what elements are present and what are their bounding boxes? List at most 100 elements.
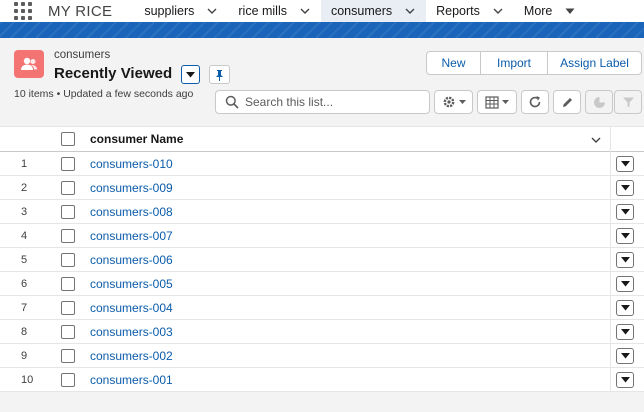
global-nav: MY RICE suppliers rice mills consumers R… — [0, 0, 644, 22]
row-number: 6 — [21, 277, 28, 290]
nav-item-reports[interactable]: Reports — [426, 0, 514, 22]
nav-item-more[interactable]: More — [514, 0, 586, 22]
row-checkbox[interactable] — [61, 372, 75, 387]
chevron-down-icon[interactable] — [206, 5, 218, 17]
display-as-button[interactable] — [477, 90, 517, 114]
list-view-title[interactable]: Recently Viewed — [54, 65, 172, 82]
row-action-button[interactable] — [616, 348, 634, 364]
consumer-name-link[interactable]: consumers-006 — [90, 253, 173, 267]
row-action-button[interactable] — [616, 252, 634, 268]
list-meta: 10 items • Updated a few seconds ago — [14, 88, 194, 100]
table-row: 7 consumers-004 — [0, 296, 644, 320]
assign-label-button[interactable]: Assign Label — [548, 52, 641, 74]
row-number: 3 — [21, 205, 28, 218]
consumer-name-link[interactable]: consumers-001 — [90, 373, 173, 387]
row-action-button[interactable] — [616, 180, 634, 196]
select-all-checkbox[interactable] — [61, 132, 75, 146]
consumer-name-link[interactable]: consumers-009 — [90, 181, 173, 195]
pin-icon — [214, 69, 225, 81]
edit-list-button[interactable] — [553, 90, 581, 114]
table-row: 2 consumers-009 — [0, 176, 644, 200]
app-banner — [0, 22, 644, 38]
search-icon — [225, 95, 239, 109]
row-checkbox[interactable] — [61, 324, 75, 339]
table-row: 9 consumers-002 — [0, 344, 644, 368]
consumer-name-link[interactable]: consumers-003 — [90, 325, 173, 339]
row-action-button[interactable] — [616, 156, 634, 172]
nav-item-suppliers[interactable]: suppliers — [134, 0, 228, 22]
pencil-icon — [561, 96, 574, 109]
column-divider — [610, 152, 611, 176]
row-checkbox[interactable] — [61, 300, 75, 315]
list-view-controls-button[interactable] — [434, 90, 473, 114]
consumer-name-link[interactable]: consumers-005 — [90, 277, 173, 291]
row-checkbox[interactable] — [61, 156, 75, 171]
row-checkbox[interactable] — [61, 204, 75, 219]
consumer-name-link[interactable]: consumers-007 — [90, 229, 173, 243]
row-action-button[interactable] — [616, 300, 634, 316]
chevron-down-icon — [620, 233, 630, 239]
row-number: 2 — [21, 181, 28, 194]
chevron-down-icon[interactable] — [299, 5, 311, 17]
consumer-name-link[interactable]: consumers-010 — [90, 157, 173, 171]
row-action-button[interactable] — [616, 228, 634, 244]
list-table: consumer Name 1 consumers-010 2 consumers-0… — [0, 126, 644, 392]
nav-item-label: suppliers — [144, 4, 195, 18]
refresh-icon — [528, 95, 542, 109]
import-button[interactable]: Import — [481, 52, 548, 74]
chevron-down-icon[interactable] — [404, 5, 416, 17]
nav-item-label: rice mills — [238, 4, 287, 18]
column-divider — [610, 127, 611, 153]
consumer-name-link[interactable]: consumers-008 — [90, 205, 173, 219]
table-row: 3 consumers-008 — [0, 200, 644, 224]
search-box — [215, 90, 430, 114]
nav-item-label: Reports — [436, 4, 480, 18]
row-checkbox[interactable] — [61, 276, 75, 291]
consumer-name-link[interactable]: consumers-004 — [90, 301, 173, 315]
row-action-button[interactable] — [616, 372, 634, 388]
nav-item-consumers[interactable]: consumers — [320, 0, 427, 22]
object-label: consumers — [54, 49, 111, 61]
row-checkbox[interactable] — [61, 252, 75, 267]
row-action-button[interactable] — [616, 276, 634, 292]
consumer-name-link[interactable]: consumers-002 — [90, 349, 173, 363]
nav-item-label: More — [523, 4, 553, 18]
app-launcher-icon[interactable] — [12, 0, 34, 22]
chevron-down-icon — [620, 377, 630, 383]
chevron-down-icon[interactable] — [492, 5, 504, 17]
filter-button[interactable] — [614, 90, 642, 114]
chevron-down-icon — [620, 209, 630, 215]
row-number: 8 — [21, 325, 28, 338]
table-row: 6 consumers-005 — [0, 272, 644, 296]
row-checkbox[interactable] — [61, 228, 75, 243]
chevron-down-icon — [620, 329, 630, 335]
pin-list-button[interactable] — [209, 65, 230, 84]
row-number: 4 — [21, 229, 28, 242]
row-number: 7 — [21, 301, 28, 314]
row-action-button[interactable] — [616, 204, 634, 220]
row-checkbox[interactable] — [61, 348, 75, 363]
column-header-consumer-name[interactable]: consumer Name — [90, 132, 183, 146]
list-view-switcher[interactable] — [181, 65, 200, 84]
table-row: 8 consumers-003 — [0, 320, 644, 344]
table-row: 1 consumers-010 — [0, 152, 644, 176]
row-checkbox[interactable] — [61, 180, 75, 195]
caret-down-icon[interactable] — [564, 5, 576, 17]
charts-button[interactable] — [585, 90, 613, 114]
chevron-down-icon[interactable] — [590, 134, 602, 146]
row-number: 1 — [21, 157, 28, 170]
nav-item-rice-mills[interactable]: rice mills — [228, 0, 321, 22]
chart-icon — [593, 96, 606, 109]
list-view-header: consumers Recently Viewed 10 items • Upd… — [0, 38, 644, 126]
table-header: consumer Name — [0, 126, 644, 153]
search-input[interactable] — [245, 95, 415, 109]
new-button[interactable]: New — [427, 52, 481, 74]
contact-group-icon — [14, 50, 44, 78]
column-divider — [610, 296, 611, 320]
refresh-button[interactable] — [521, 90, 549, 114]
row-action-button[interactable] — [616, 324, 634, 340]
table-row: 4 consumers-007 — [0, 224, 644, 248]
nav-item-label: consumers — [330, 4, 393, 18]
table-icon — [485, 95, 499, 109]
row-number: 10 — [21, 373, 34, 386]
